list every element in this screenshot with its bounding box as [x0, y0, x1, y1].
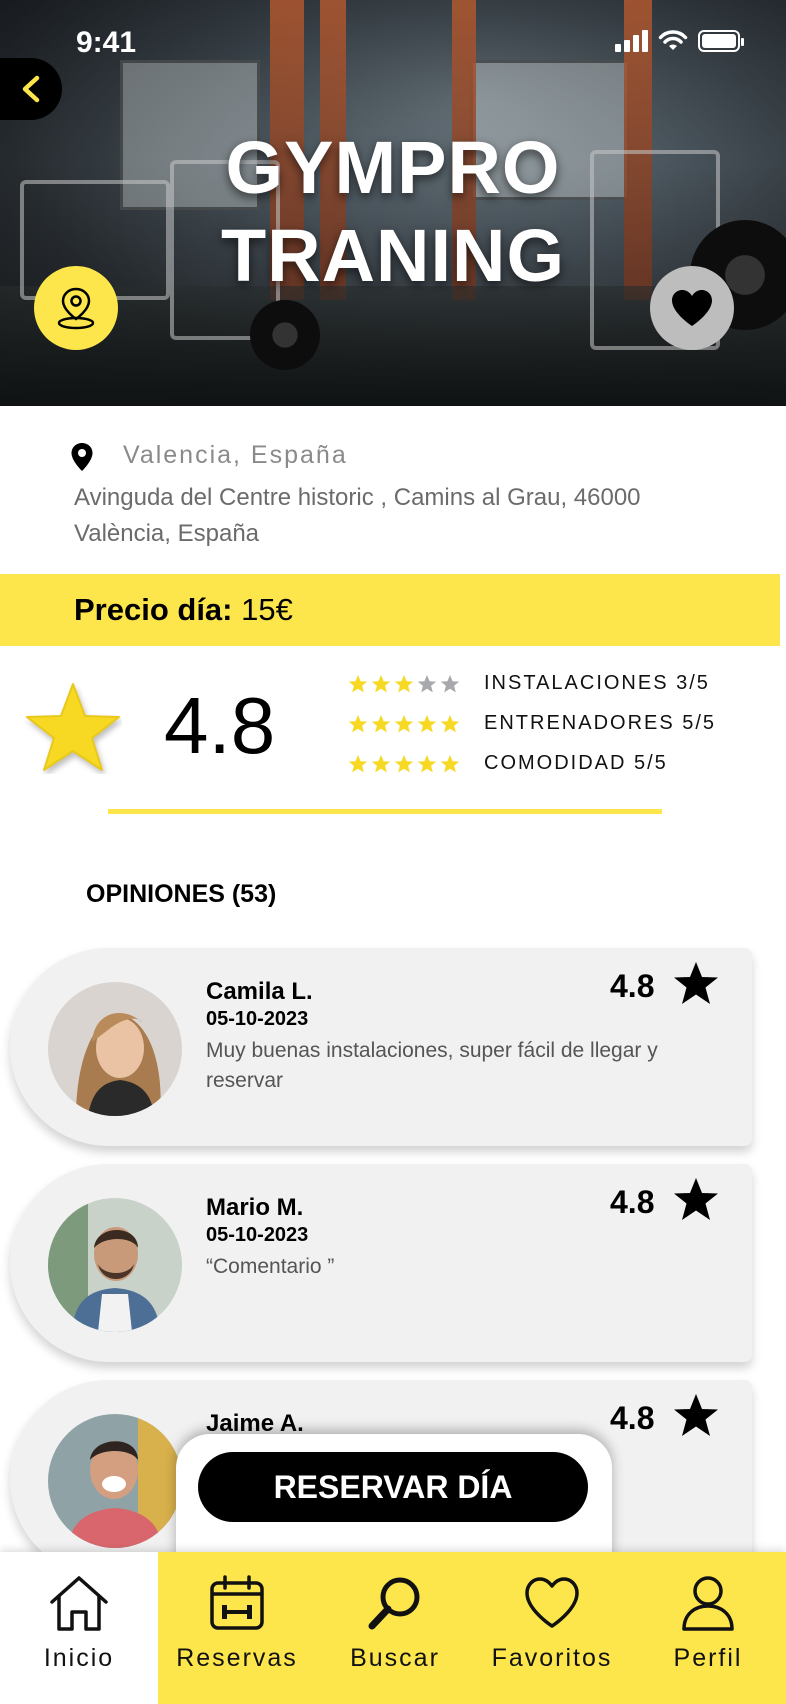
avatar [48, 1414, 182, 1548]
review-date: 05-10-2023 [206, 1008, 309, 1030]
star-icon [348, 754, 368, 772]
review-text: Muy buenas instalaciones, super fácil de… [206, 1039, 658, 1092]
rating-star-icon [26, 683, 120, 771]
nav-label: Perfil [673, 1644, 743, 1672]
map-pin-icon [57, 287, 95, 330]
star-icon [440, 674, 460, 692]
search-icon [368, 1577, 420, 1630]
star-icon [371, 714, 391, 732]
star-icon [394, 674, 414, 692]
star-icon [371, 674, 391, 692]
price-label: Precio día: [74, 592, 233, 627]
city-label: Valencia, España [123, 441, 348, 469]
nav-item-perfil[interactable]: Perfil [630, 1552, 786, 1704]
book-panel: RESERVAR DÍA [176, 1434, 612, 1564]
review-text: “Comentario ” [206, 1255, 335, 1278]
star-icon [348, 714, 368, 732]
criterion-label: COMODIDAD 5/5 [484, 752, 668, 774]
bottom-nav: Inicio Reservas Buscar Favoritos Perfil [0, 1552, 786, 1704]
nav-item-reservas[interactable]: Reservas [158, 1552, 316, 1704]
battery-icon [698, 30, 744, 52]
reviewer-name: Camila L. [206, 978, 313, 1005]
book-day-button[interactable]: RESERVAR DÍA [198, 1452, 588, 1522]
user-icon [682, 1576, 734, 1631]
review-card[interactable]: Mario M. 05-10-2023 “Comentario ” 4.8 [10, 1164, 752, 1362]
review-score: 4.8 [610, 1400, 655, 1436]
address-text: Avinguda del Centre historic , Camins al… [74, 484, 641, 547]
criterion-label: ENTRENADORES 5/5 [484, 712, 717, 734]
nav-item-inicio[interactable]: Inicio [0, 1552, 158, 1704]
star-icon [440, 714, 460, 732]
divider [108, 809, 662, 814]
review-card[interactable]: Camila L. 05-10-2023 Muy buenas instalac… [10, 948, 752, 1146]
price-text: Precio día: 15€ [74, 592, 293, 628]
nav-label: Favoritos [491, 1644, 613, 1672]
star-icon [417, 714, 437, 732]
star-icon [394, 714, 414, 732]
nav-item-buscar[interactable]: Buscar [316, 1552, 474, 1704]
home-icon [50, 1576, 108, 1631]
map-button[interactable] [34, 266, 118, 350]
chevron-left-icon [22, 75, 40, 103]
heart-icon [672, 290, 712, 326]
review-date: 05-10-2023 [206, 1224, 309, 1246]
opinions-title: OPINIONES (53) [86, 880, 277, 908]
review-score: 4.8 [610, 968, 655, 1004]
star-icon [674, 1178, 718, 1220]
star-icon [417, 674, 437, 692]
star-icon [674, 1394, 718, 1436]
star-icon [394, 754, 414, 772]
heart-outline-icon [525, 1577, 579, 1628]
nav-item-favoritos[interactable]: Favoritos [474, 1552, 630, 1704]
price-value: 15€ [241, 592, 293, 627]
rating-criterion: INSTALACIONES 3/5 [348, 672, 710, 695]
star-icon [674, 962, 718, 1004]
nav-label: Inicio [43, 1644, 115, 1672]
favorite-button[interactable] [650, 266, 734, 350]
status-time: 9:41 [76, 26, 137, 59]
signal-icon [615, 30, 648, 52]
review-score: 4.8 [610, 1184, 655, 1220]
calendar-icon [210, 1575, 264, 1630]
star-icon [440, 754, 460, 772]
star-icon [371, 754, 391, 772]
back-button[interactable] [0, 58, 62, 120]
star-icon [417, 754, 437, 772]
avatar [48, 1198, 182, 1332]
star-icon [348, 674, 368, 692]
criterion-stars [348, 754, 460, 774]
rating-criterion: COMODIDAD 5/5 [348, 752, 668, 775]
wifi-icon [658, 30, 688, 50]
criterion-label: INSTALACIONES 3/5 [484, 672, 710, 694]
avatar [48, 982, 182, 1116]
nav-label: Reservas [176, 1644, 298, 1672]
location-pin-icon [71, 443, 93, 471]
criterion-stars [348, 714, 460, 734]
status-icons [615, 30, 744, 52]
criterion-stars [348, 674, 460, 694]
rating-criterion: ENTRENADORES 5/5 [348, 712, 716, 735]
reviewer-name: Mario M. [206, 1194, 304, 1221]
overall-rating: 4.8 [164, 681, 276, 770]
nav-label: Buscar [350, 1644, 440, 1672]
